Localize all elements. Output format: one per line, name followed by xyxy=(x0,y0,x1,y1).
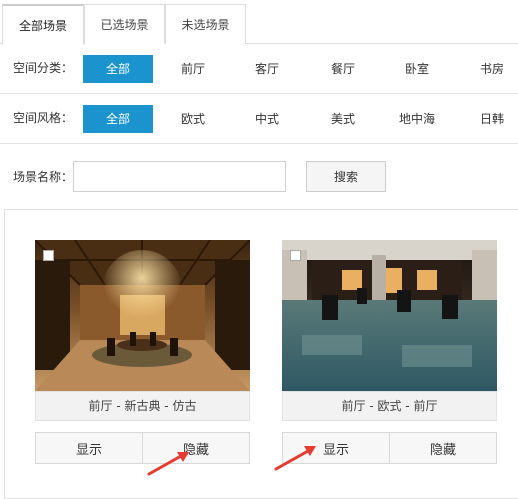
style-option-japanese-korean[interactable]: 日韩 xyxy=(466,105,518,133)
category-option-living-room[interactable]: 客厅 xyxy=(240,55,294,83)
category-option-study[interactable]: 书房 xyxy=(466,55,518,83)
category-option-dining-room[interactable]: 餐厅 xyxy=(316,55,370,83)
style-option-european[interactable]: 欧式 xyxy=(166,105,220,133)
scene-list-panel: 前厅 - 新古典 - 仿古 显示 隐藏 前厅 - 欧式 - 前厅 显示 隐藏 xyxy=(4,209,518,499)
scene-thumbnail[interactable] xyxy=(282,240,497,391)
style-option-mediterranean[interactable]: 地中海 xyxy=(388,105,446,133)
annotation-arrow-hide xyxy=(147,452,189,476)
scene-show-button[interactable]: 显示 xyxy=(35,432,143,464)
scene-select-checkbox[interactable] xyxy=(43,250,54,261)
space-category-filter: 空间分类： 全部 前厅 客厅 餐厅 卧室 书房 xyxy=(0,44,518,94)
scene-select-checkbox[interactable] xyxy=(290,250,301,261)
category-option-all[interactable]: 全部 xyxy=(83,55,153,83)
style-option-all[interactable]: 全部 xyxy=(83,105,153,133)
space-style-filter: 空间风格： 全部 欧式 中式 美式 地中海 日韩 xyxy=(0,94,518,144)
scene-thumbnail[interactable] xyxy=(35,240,250,391)
scene-caption: 前厅 - 新古典 - 仿古 xyxy=(35,391,250,421)
scene-caption: 前厅 - 欧式 - 前厅 xyxy=(282,391,497,421)
scene-photo-neoclassical-foyer xyxy=(35,240,250,391)
style-option-american[interactable]: 美式 xyxy=(316,105,370,133)
tab-unselected-scenes[interactable]: 未选场景 xyxy=(165,4,246,44)
search-button[interactable]: 搜索 xyxy=(306,161,386,192)
tab-all-scenes[interactable]: 全部场景 xyxy=(2,4,84,45)
tab-selected-scenes[interactable]: 已选场景 xyxy=(84,4,165,44)
space-style-label: 空间风格： xyxy=(13,111,74,125)
scene-hide-button[interactable]: 隐藏 xyxy=(389,432,497,464)
category-option-bedroom[interactable]: 卧室 xyxy=(390,55,444,83)
scene-name-label: 场景名称： xyxy=(13,170,74,184)
scene-photo-european-foyer xyxy=(282,240,497,391)
category-option-foyer[interactable]: 前厅 xyxy=(166,55,220,83)
scene-name-input[interactable] xyxy=(73,161,286,192)
space-category-label: 空间分类： xyxy=(13,61,74,75)
scene-tabs: 全部场景 已选场景 未选场景 xyxy=(0,0,518,45)
annotation-arrow-show xyxy=(274,446,316,471)
style-option-chinese[interactable]: 中式 xyxy=(240,105,294,133)
